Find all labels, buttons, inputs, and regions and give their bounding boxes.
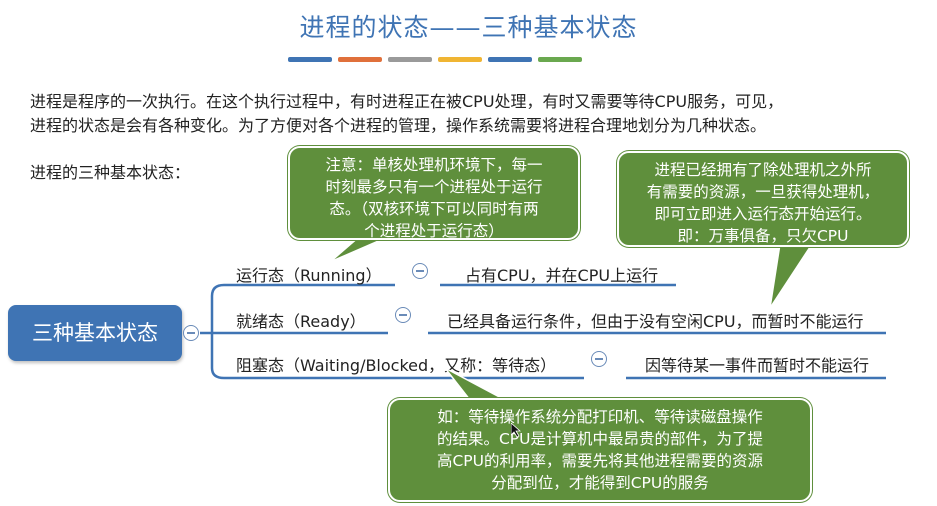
mouse-cursor-icon	[511, 423, 521, 437]
callout-running-note: 注意：单核处理机环境下，每一 时刻最多只有一个进程处于运行 态。（双核环境下可以…	[288, 146, 580, 240]
callout-running-line-4: 个进程处于运行态）	[364, 222, 504, 240]
callout-blocked-line-4: 分配到位，才能得到CPU的服务	[491, 474, 709, 492]
callout-ready-line-3: 即可立即进入运行态开始运行。	[654, 205, 872, 223]
callout-blocked-tail	[444, 367, 506, 401]
callout-running-line-3: 态。（双核环境下可以同时有两	[329, 200, 539, 218]
callout-ready-line-4: 即：万事俱备，只欠CPU	[677, 227, 849, 245]
callout-blocked-line-1: 如：等待操作系统分配打印机、等待读磁盘操作	[437, 408, 763, 426]
callout-ready-note: 进程已经拥有了除处理机之外所 有需要的资源，一旦获得处理机， 即可立即进入运行态…	[617, 151, 909, 247]
callout-blocked-line-3: 高CPU的利用率，需要先将其他进程需要的资源	[436, 452, 764, 470]
callout-running-line-1: 注意：单核处理机环境下，每一	[325, 156, 543, 174]
callout-ready-line-2: 有需要的资源，一旦获得处理机，	[646, 183, 880, 201]
callout-ready-line-1: 进程已经拥有了除处理机之外所	[654, 161, 872, 179]
callout-running-line-2: 时刻最多只有一个进程处于运行	[325, 178, 543, 196]
callout-ready-tail	[769, 243, 814, 309]
callout-blocked-line-2: 的结果。CPU是计算机中最昂贵的部件，为了提	[436, 430, 764, 448]
callout-blocked-note: 如：等待操作系统分配打印机、等待读磁盘操作 的结果。CPU是计算机中最昂贵的部件…	[388, 398, 812, 502]
